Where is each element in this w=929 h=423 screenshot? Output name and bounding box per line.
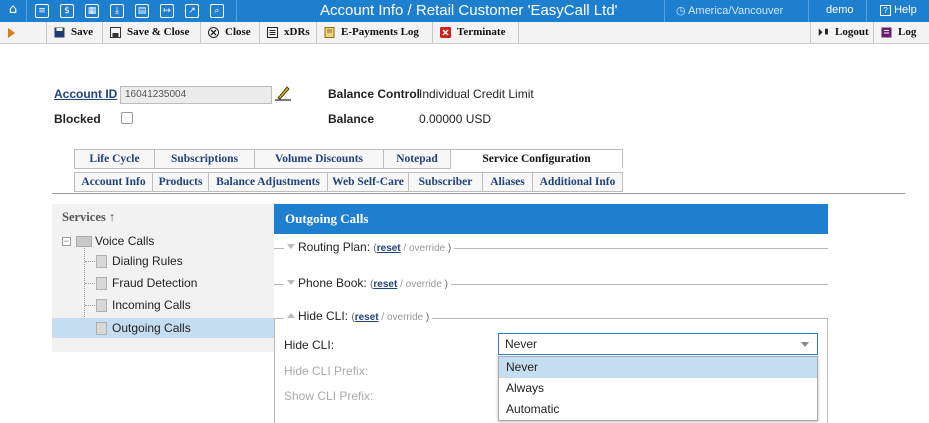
- play-arrow-icon: [8, 28, 15, 38]
- help-link[interactable]: ? Help: [880, 4, 917, 16]
- tab-volume-discounts[interactable]: Volume Discounts: [255, 149, 384, 169]
- hide-cli-dropdown: Never Always Automatic: [498, 356, 818, 421]
- logout-button[interactable]: ⏵▮ Logout: [810, 22, 874, 43]
- collapse-toggle-icon[interactable]: −: [62, 237, 71, 246]
- tree-item-dialing-rules[interactable]: Dialing Rules: [112, 251, 183, 271]
- balance-control-value: Individual Credit Limit: [419, 87, 534, 101]
- section-divider: [52, 193, 905, 194]
- balance-value: 0.00000 USD: [419, 112, 492, 126]
- balance-control-label: Balance Control: [328, 87, 421, 101]
- terminate-button[interactable]: Terminate: [433, 22, 519, 43]
- tab-aliases[interactable]: Aliases: [483, 172, 533, 192]
- option-automatic[interactable]: Automatic: [499, 399, 817, 420]
- services-header[interactable]: Services ↑: [62, 210, 115, 225]
- clock-icon: ◷: [676, 5, 689, 17]
- user-menu[interactable]: demo: [826, 4, 854, 16]
- hide-cli-select[interactable]: Never: [498, 333, 818, 355]
- close-button[interactable]: Close: [201, 22, 260, 43]
- chart-icon[interactable]: ↗: [185, 4, 199, 18]
- expand-arrow[interactable]: [0, 22, 47, 43]
- services-tree: Services ↑ − Voice Calls Dialing Rules F…: [52, 204, 274, 352]
- close-circle-icon: [208, 27, 219, 38]
- blocked-label: Blocked: [54, 112, 101, 126]
- document-icon: [96, 255, 107, 268]
- title-bar: ⌂ ≡ $ ▦ ⤓ ▤ ↦ ↗ ⌕ Account Info / Retail …: [0, 0, 929, 22]
- grid-icon[interactable]: ▦: [85, 4, 99, 18]
- tab-account-info[interactable]: Account Info: [74, 172, 153, 192]
- tab-additional-info[interactable]: Additional Info: [533, 172, 623, 192]
- panel-title: Outgoing Calls: [274, 204, 828, 234]
- save-button[interactable]: Save: [47, 22, 103, 43]
- timezone-link[interactable]: ◷ America/Vancouver: [676, 4, 783, 17]
- log-button[interactable]: Log: [874, 22, 929, 43]
- xdrs-button[interactable]: xDRs: [260, 22, 317, 43]
- hide-cli-prefix-label: Hide CLI Prefix:: [284, 364, 369, 378]
- tree-item-outgoing-calls[interactable]: Outgoing Calls: [112, 318, 191, 338]
- toolbar: Save Save & Close Close xDRs E-Payments …: [0, 22, 929, 44]
- blocked-checkbox[interactable]: [121, 112, 133, 124]
- tree-item-fraud-detection[interactable]: Fraud Detection: [112, 273, 197, 293]
- payment-log-icon: [324, 27, 335, 38]
- floppy-icon: [54, 27, 65, 38]
- floppy-outline-icon: [110, 27, 121, 38]
- terminate-x-icon: [440, 27, 451, 38]
- tree-item-incoming-calls[interactable]: Incoming Calls: [112, 295, 191, 315]
- tab-notepad[interactable]: Notepad: [384, 149, 451, 169]
- chevron-down-icon: [801, 342, 809, 347]
- folder-icon: [76, 236, 92, 247]
- routing-plan-override-link[interactable]: override: [409, 243, 445, 254]
- page-title: Account Info / Retail Customer 'EasyCall…: [320, 2, 618, 19]
- account-id-input[interactable]: 16041235004: [120, 86, 272, 104]
- phone-book-legend[interactable]: Phone Book: (reset / override ): [284, 276, 451, 290]
- show-cli-prefix-label: Show CLI Prefix:: [284, 389, 374, 403]
- logout-icon: ⏵▮: [818, 27, 830, 37]
- routing-plan-legend[interactable]: Routing Plan: (reset / override ): [284, 240, 455, 254]
- tab-products[interactable]: Products: [153, 172, 209, 192]
- tab-subscriber[interactable]: Subscriber: [409, 172, 483, 192]
- table-icon[interactable]: ▤: [135, 4, 149, 18]
- search-icon[interactable]: ⌕: [210, 4, 224, 18]
- phone-book-override-link[interactable]: override: [406, 279, 442, 290]
- help-icon: ?: [880, 5, 891, 16]
- expand-triangle-icon: [287, 280, 295, 285]
- hide-cli-reset-link[interactable]: reset: [355, 312, 379, 323]
- save-close-button[interactable]: Save & Close: [103, 22, 201, 43]
- hide-cli-override-link[interactable]: override: [387, 312, 423, 323]
- dollar-icon[interactable]: $: [60, 4, 74, 18]
- log-book-icon: [881, 27, 892, 38]
- option-always[interactable]: Always: [499, 378, 817, 399]
- tree-item-voice-calls[interactable]: Voice Calls: [95, 231, 154, 251]
- phone-book-reset-link[interactable]: reset: [373, 279, 397, 290]
- balance-label: Balance: [328, 112, 375, 126]
- tab-web-self-care[interactable]: Web Self-Care: [328, 172, 409, 192]
- routing-plan-reset-link[interactable]: reset: [377, 243, 401, 254]
- document-list-icon: [267, 27, 278, 38]
- hide-cli-legend[interactable]: Hide CLI: (reset / override ): [284, 309, 433, 323]
- tab-balance-adjustments[interactable]: Balance Adjustments: [209, 172, 328, 192]
- document-icon: [96, 277, 107, 290]
- expand-triangle-icon: [287, 244, 295, 249]
- hide-cli-field-label: Hide CLI:: [284, 338, 335, 352]
- option-never[interactable]: Never: [499, 357, 817, 378]
- export-icon[interactable]: ↦: [160, 4, 174, 18]
- document-icon: [96, 299, 107, 312]
- tab-service-configuration[interactable]: Service Configuration: [451, 149, 623, 169]
- collapse-triangle-icon: [287, 313, 295, 318]
- account-id-label[interactable]: Account ID: [54, 87, 117, 101]
- epayments-log-button[interactable]: E-Payments Log: [317, 22, 433, 43]
- edit-pencil-icon[interactable]: [274, 84, 292, 102]
- download-icon[interactable]: ⤓: [110, 4, 124, 18]
- tab-life-cycle[interactable]: Life Cycle: [74, 149, 155, 169]
- tab-subscriptions[interactable]: Subscriptions: [155, 149, 255, 169]
- document-icon: [96, 322, 107, 335]
- home-icon[interactable]: ⌂: [6, 3, 20, 18]
- list-icon[interactable]: ≡: [35, 4, 49, 18]
